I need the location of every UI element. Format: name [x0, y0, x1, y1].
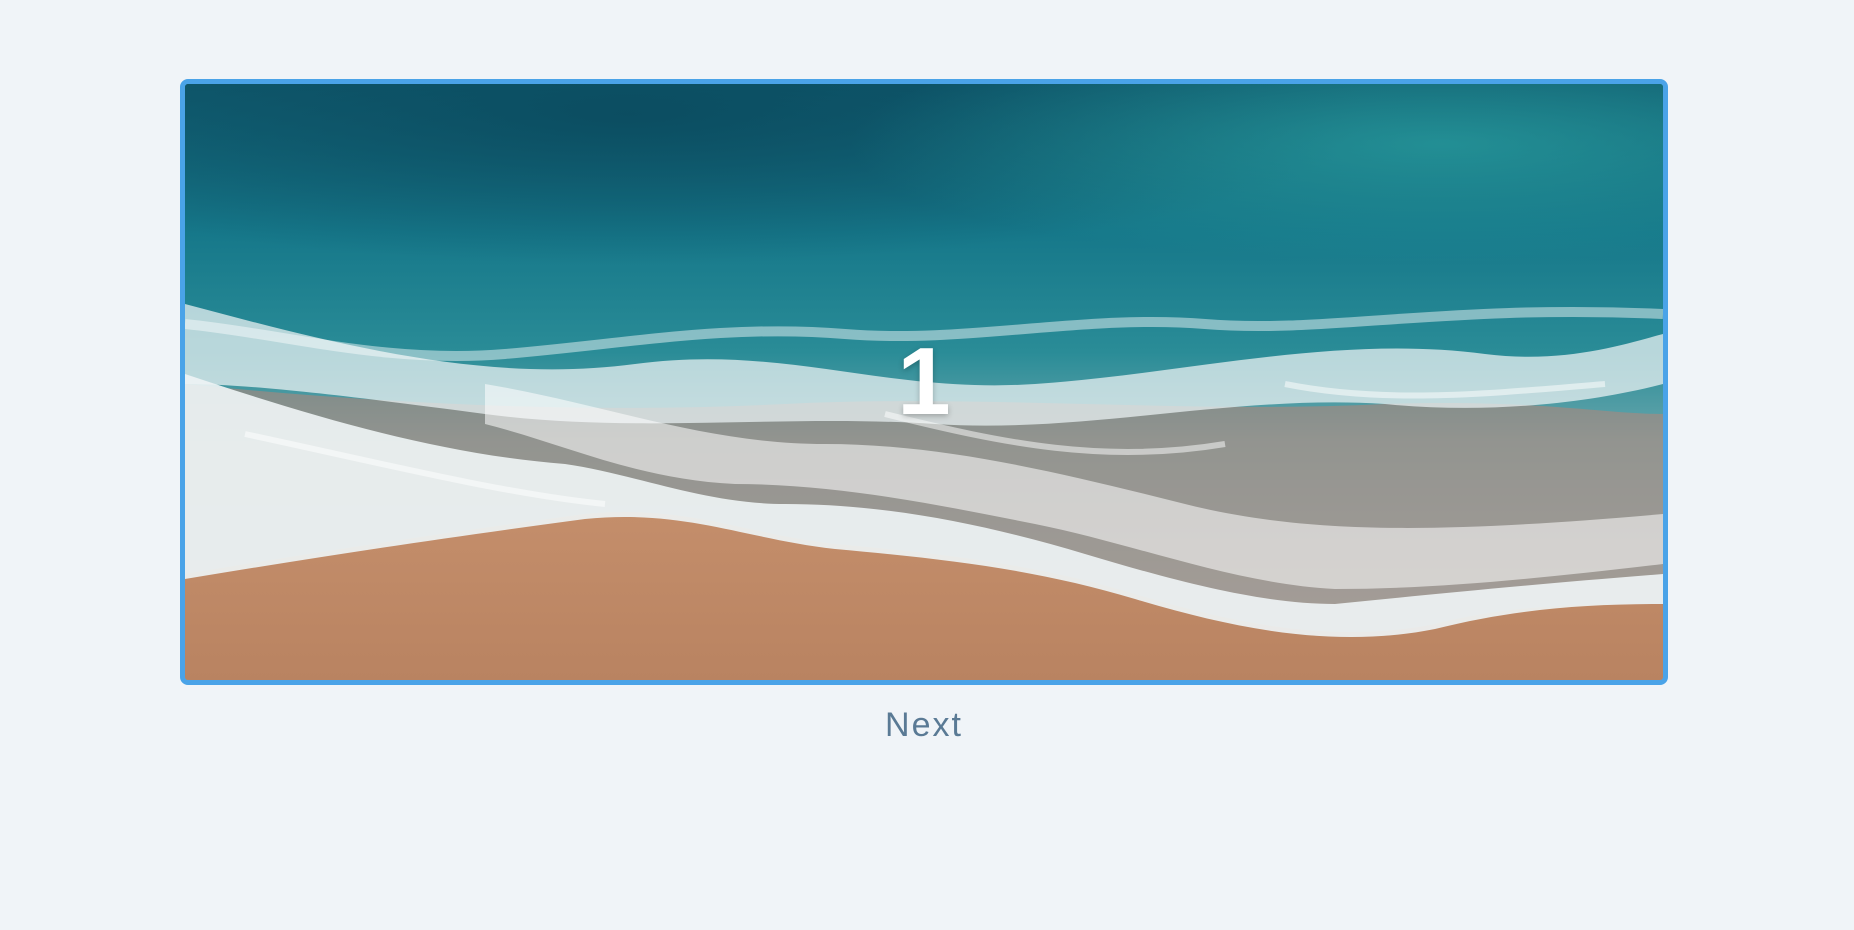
- page: 1 Next: [0, 0, 1854, 930]
- slide-number: 1: [897, 328, 951, 435]
- next-button[interactable]: Next: [824, 700, 1024, 750]
- slide-frame: 1: [180, 79, 1668, 685]
